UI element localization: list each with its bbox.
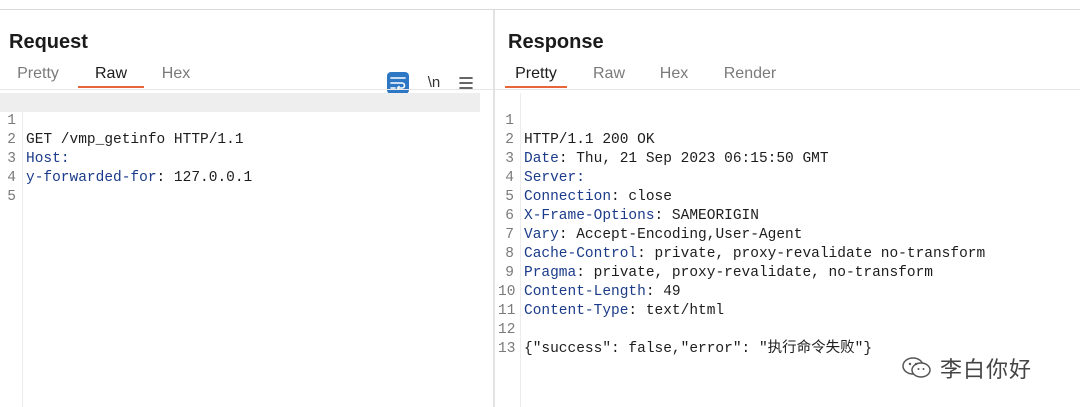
request-tabs: Pretty Raw Hex bbox=[0, 62, 493, 88]
show-newlines-button[interactable]: \n bbox=[425, 72, 443, 94]
response-line: 5 X-Frame-Options: SAMEORIGIN bbox=[498, 169, 1078, 224]
response-line: 12 {"success": false,"error": "执行命令失败"} bbox=[498, 302, 1078, 357]
request-title: Request bbox=[9, 31, 88, 53]
request-line: 1 GET /vmp_getinfo HTTP/1.1 bbox=[0, 93, 480, 148]
request-tab-pretty[interactable]: Pretty bbox=[8, 62, 68, 88]
response-line: 6 Vary: Accept-Encoding,User-Agent bbox=[498, 188, 1078, 243]
watermark: 李白你好 bbox=[902, 354, 1032, 382]
response-line: 9 Content-Length: 49 bbox=[498, 245, 1078, 300]
response-tab-pretty[interactable]: Pretty bbox=[505, 62, 567, 88]
line-number: 5 bbox=[7, 189, 16, 205]
request-tab-hex[interactable]: Hex bbox=[150, 62, 202, 88]
menu-button[interactable] bbox=[457, 72, 475, 94]
response-title: Response bbox=[508, 31, 604, 53]
response-line: 2 Date: Thu, 21 Sep 2023 06:15:50 GMT bbox=[498, 112, 1078, 167]
response-line: 11 bbox=[498, 283, 1078, 319]
response-pane: Response Pretty Raw Hex Render 1 HTTP/1.… bbox=[495, 10, 1080, 407]
request-line: 4 bbox=[0, 150, 480, 186]
response-tab-render[interactable]: Render bbox=[715, 62, 785, 88]
request-line: 3 y-forwarded-for: 127.0.0.1 bbox=[0, 131, 480, 186]
request-tab-raw[interactable]: Raw bbox=[78, 62, 144, 88]
response-line: 13 bbox=[498, 321, 1078, 357]
request-line: 2 Host: bbox=[0, 112, 480, 167]
request-pane: Request Pretty Raw Hex \n 1 GET /vmp_get… bbox=[0, 10, 495, 407]
line-number: 13 bbox=[498, 341, 516, 357]
watermark-text: 李白你好 bbox=[940, 357, 1033, 382]
request-tab-divider bbox=[0, 89, 493, 90]
response-line: 10 Content-Type: text/html bbox=[498, 264, 1078, 319]
response-tabs: Pretty Raw Hex Render bbox=[495, 62, 1080, 88]
response-line: 8 Pragma: private, proxy-revalidate, no-… bbox=[498, 226, 1078, 281]
response-tab-hex[interactable]: Hex bbox=[650, 62, 698, 88]
wrap-lines-button[interactable] bbox=[387, 72, 409, 94]
response-editor[interactable]: 1 HTTP/1.1 200 OK 2 Date: Thu, 21 Sep 20… bbox=[498, 93, 1078, 357]
request-editor[interactable]: 1 GET /vmp_getinfo HTTP/1.1 2 Host: 3 y-… bbox=[0, 93, 480, 205]
line-text: {"success": false,"error": "执行命令失败"} bbox=[524, 341, 873, 357]
response-tab-raw[interactable]: Raw bbox=[583, 62, 635, 88]
request-line: 5 bbox=[0, 169, 480, 205]
wechat-icon bbox=[902, 357, 931, 378]
response-line: 7 Cache-Control: private, proxy-revalida… bbox=[498, 207, 1078, 262]
response-tab-divider bbox=[495, 89, 1080, 90]
hamburger-menu-icon bbox=[459, 77, 473, 89]
response-line: 1 HTTP/1.1 200 OK bbox=[498, 93, 1078, 148]
wrap-lines-icon bbox=[390, 77, 406, 91]
response-line: 4 Connection: close bbox=[498, 150, 1078, 205]
response-line: 3 Server: bbox=[498, 131, 1078, 186]
